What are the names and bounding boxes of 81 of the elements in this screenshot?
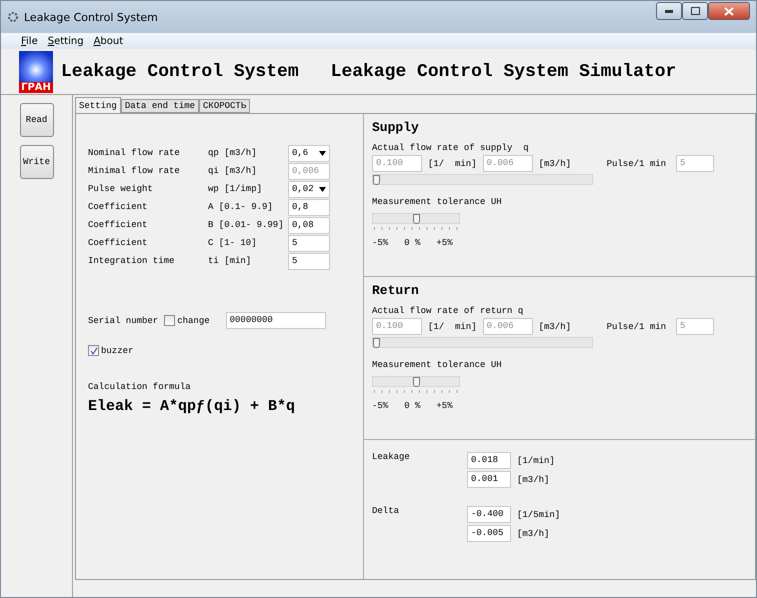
slider-thumb[interactable]: [412, 377, 420, 387]
parameter-unit: ti [min]: [208, 256, 252, 266]
parameter-label: Coefficient: [88, 220, 148, 230]
close-button[interactable]: [708, 2, 750, 20]
tab[interactable]: Data end time: [120, 99, 200, 113]
scale-label: +5%: [436, 401, 453, 411]
parameter-unit: wp [1/imp]: [208, 184, 264, 194]
unit-label: [1/ min]: [428, 322, 477, 332]
scale-label: 0 %: [404, 401, 420, 411]
parameter-label: Coefficient: [88, 238, 148, 248]
unit-label: [m3/h]: [538, 322, 572, 332]
slider-thumb[interactable]: [373, 338, 380, 348]
value-field[interactable]: 5: [288, 234, 330, 252]
result-field[interactable]: -0.400: [467, 506, 511, 523]
result-label: Delta: [372, 506, 400, 518]
buzzer-label: buzzer: [101, 346, 134, 356]
unit-label: [m3/h]: [517, 528, 550, 538]
parameter-label: Nominal flow rate: [88, 148, 181, 158]
parameter-label: Coefficient: [88, 202, 148, 212]
value-dropdown[interactable]: 0,02: [288, 180, 330, 198]
parameter-unit: qp [m3/h]: [208, 148, 258, 158]
parameter-unit: C [1- 10]: [208, 238, 258, 248]
side-button[interactable]: Write: [20, 145, 54, 179]
change-label: change: [177, 316, 210, 326]
buzzer-checkbox[interactable]: [88, 345, 99, 356]
flow-label: Actual flow rate of return q: [372, 306, 524, 316]
formula: Eleak = A*qpƒ(qi) + B*q: [88, 398, 296, 415]
result-field[interactable]: 0.001: [467, 471, 511, 488]
caret-icon: [319, 150, 326, 156]
tab[interactable]: СКОРОСТЬ: [199, 99, 250, 113]
caret-icon: [319, 186, 326, 192]
scale-label: +5%: [436, 238, 453, 248]
parameter-label: Integration time: [88, 256, 176, 266]
section-title: Return: [372, 283, 420, 298]
logo: ГРАН: [19, 50, 53, 92]
section-title: Supply: [372, 120, 420, 135]
value-field[interactable]: 0,8: [288, 198, 330, 216]
scale-label: -5%: [372, 401, 388, 411]
menu-item[interactable]: File: [21, 36, 38, 46]
value-field[interactable]: 0,08: [288, 216, 330, 234]
app-title: Leakage Control System: [61, 62, 299, 82]
maximize-button[interactable]: [682, 2, 708, 20]
parameter-unit: A [0.1- 9.9]: [208, 202, 274, 212]
side-button[interactable]: Read: [20, 103, 54, 137]
change-checkbox[interactable]: [164, 315, 176, 326]
minimize-icon: [665, 10, 673, 12]
formula-caption: Calculation formula: [88, 382, 191, 392]
unit-label: [1/min]: [517, 456, 555, 466]
menu-item[interactable]: Setting: [48, 36, 84, 46]
unit-label: [m3/h]: [517, 474, 550, 484]
result-field[interactable]: 0.018: [467, 452, 511, 469]
flow-label: Actual flow rate of supply q: [372, 143, 529, 153]
window-title: Leakage Control System: [24, 10, 159, 24]
maximize-icon: [690, 7, 700, 15]
tolerance-label: Measurement tolerance UH: [372, 197, 502, 207]
tolerance-label: Measurement tolerance UH: [372, 360, 502, 370]
result-field[interactable]: -0.005: [467, 525, 511, 542]
unit-label: [1/ min]: [428, 158, 477, 168]
value-dropdown[interactable]: 0,6: [288, 144, 330, 162]
scale-label: -5%: [372, 238, 388, 248]
menu-item[interactable]: About: [94, 36, 124, 46]
result-label: Leakage: [372, 452, 411, 464]
unit-label: [m3/h]: [538, 158, 572, 168]
tab[interactable]: Setting: [75, 97, 121, 113]
app-subtitle: Leakage Control System Simulator: [330, 62, 676, 82]
parameter-label: Minimal flow rate: [88, 166, 181, 176]
serial-label: Serial number: [88, 316, 158, 326]
slider-thumb[interactable]: [373, 175, 380, 185]
pulse-label: Pulse/1 min: [606, 322, 666, 332]
parameter-unit: qi [m3/h]: [208, 166, 258, 176]
parameter-unit: B [0.01- 9.99]: [208, 220, 285, 230]
value-field[interactable]: 5: [288, 252, 330, 270]
app-icon: [7, 11, 19, 23]
parameter-label: Pulse weight: [88, 184, 154, 194]
slider-thumb[interactable]: [412, 214, 420, 224]
serial-field[interactable]: 00000000: [226, 312, 326, 329]
scale-label: 0 %: [404, 238, 420, 248]
pulse-label: Pulse/1 min: [606, 158, 666, 168]
unit-label: [1/5min]: [517, 510, 560, 520]
close-icon: [724, 6, 734, 16]
minimize-button[interactable]: [656, 2, 682, 20]
